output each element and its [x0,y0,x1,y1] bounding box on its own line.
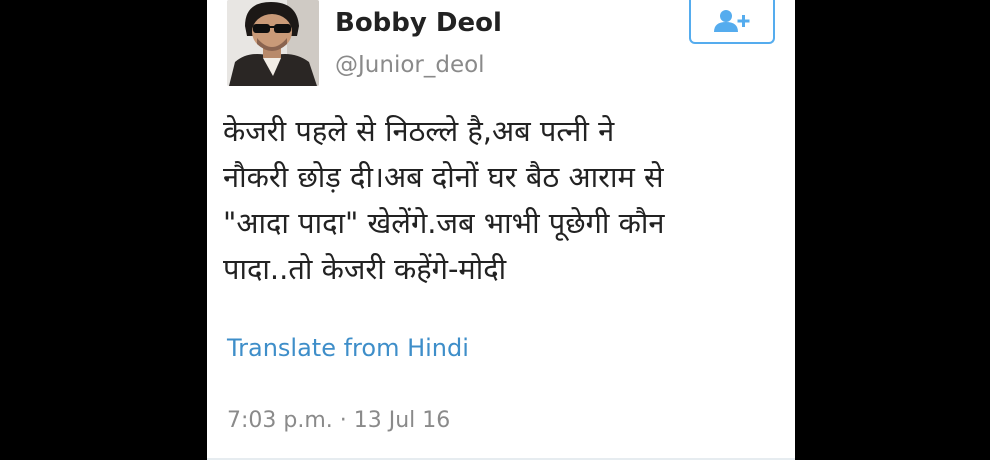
tweet-timestamp[interactable]: 7:03 p.m. · 13 Jul 16 [227,408,450,433]
tweet-text-line: पादा..तो केजरी कहेंगे-मोदी [223,252,507,286]
follow-button[interactable] [689,0,775,44]
tweet-text: केजरी पहले से निठल्ले है,अब पत्नी ने नौक… [223,108,783,292]
avatar-photo [227,0,319,86]
avatar[interactable] [227,0,319,86]
add-user-icon [714,10,750,32]
tweet-text-line: "आदा पादा" खेलेंगे.जब भाभी पूछेगी कौन [223,206,665,240]
author-display-name[interactable]: Bobby Deol [335,8,502,38]
tweet-text-line: केजरी पहले से निठल्ले है,अब पत्नी ने [223,114,615,148]
tweet-card: Bobby Deol @Junior_deol केजरी पहले से नि… [207,0,795,460]
screenshot-frame: Bobby Deol @Junior_deol केजरी पहले से नि… [0,0,990,460]
translate-link[interactable]: Translate from Hindi [227,334,469,362]
author-handle[interactable]: @Junior_deol [335,52,485,78]
tweet-text-line: नौकरी छोड़ दी।अब दोनों घर बैठ आराम से [223,160,664,194]
